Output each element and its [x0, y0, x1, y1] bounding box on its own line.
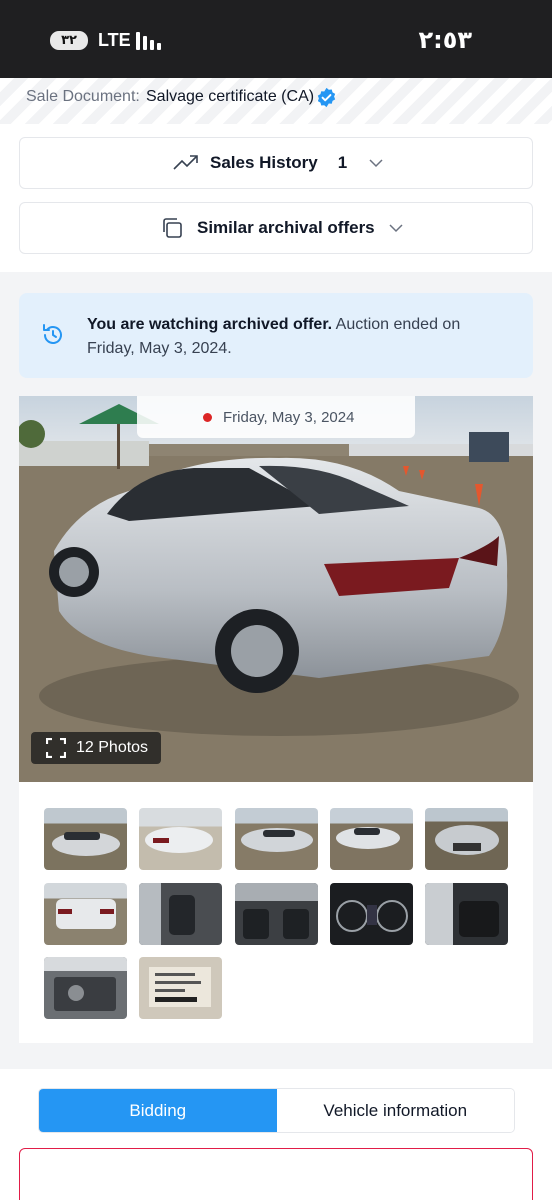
chevron-down-icon: [389, 224, 403, 233]
archived-offer-message: You are watching archived offer. Auction…: [87, 316, 461, 357]
thumbnail-7[interactable]: [139, 883, 222, 945]
trend-icon: [173, 155, 198, 170]
similar-offers-accordion[interactable]: Similar archival offers: [19, 202, 533, 254]
thumbnail-1[interactable]: [44, 808, 127, 870]
verified-badge-icon: [317, 87, 336, 108]
tab-vehicle-information[interactable]: Vehicle information: [276, 1089, 514, 1132]
sale-document-label: Sale Document:: [26, 88, 140, 105]
photo-date-pill: Friday, May 3, 2024: [137, 396, 415, 438]
thumbnail-2[interactable]: [139, 808, 222, 870]
bidding-panel: [19, 1148, 533, 1200]
chevron-down-icon: [369, 159, 383, 168]
history-icon: [43, 324, 62, 344]
sale-document-value: Salvage certificate (CA): [146, 88, 315, 105]
sales-history-label: Sales History: [210, 153, 318, 172]
thumbnail-12[interactable]: [139, 957, 222, 1019]
thumbnail-8[interactable]: [235, 883, 318, 945]
archived-offer-banner: You are watching archived offer. Auction…: [19, 293, 533, 378]
clock: ٢:٥٣: [418, 26, 472, 54]
photo-gallery: Friday, May 3, 2024 12 Photos: [19, 396, 533, 1043]
thumbnail-5[interactable]: [425, 808, 508, 870]
thumbnail-4[interactable]: [330, 808, 413, 870]
photo-count: 12 Photos: [76, 739, 149, 756]
status-bar: ٣٢ LTE ٢:٥٣: [0, 0, 552, 78]
main-vehicle-photo[interactable]: Friday, May 3, 2024 12 Photos: [19, 396, 533, 782]
view-photos-button[interactable]: 12 Photos: [31, 732, 161, 764]
signal-icon: [136, 32, 166, 50]
similar-offers-label: Similar archival offers: [197, 218, 375, 237]
copy-icon: [163, 218, 182, 238]
battery-icon: ٣٢: [50, 31, 88, 50]
thumbnail-10[interactable]: [425, 883, 508, 945]
sales-history-accordion[interactable]: Sales History 1: [19, 137, 533, 189]
tab-bidding[interactable]: Bidding: [39, 1089, 277, 1132]
network-type: LTE: [98, 30, 131, 50]
offer-sections: Sales History 1 Similar archival offers: [0, 124, 552, 272]
expand-icon: [46, 738, 66, 758]
thumbnail-9[interactable]: [330, 883, 413, 945]
sale-document-row: Sale Document: Salvage certificate (CA): [0, 78, 552, 124]
live-dot-icon: [203, 412, 212, 422]
tab-bar: Bidding Vehicle information: [38, 1088, 515, 1133]
sales-history-count: 1: [337, 153, 348, 172]
thumbnail-3[interactable]: [235, 808, 318, 870]
thumbnail-11[interactable]: [44, 957, 127, 1019]
thumbnail-6[interactable]: [44, 883, 127, 945]
photo-date: Friday, May 3, 2024: [223, 408, 355, 426]
